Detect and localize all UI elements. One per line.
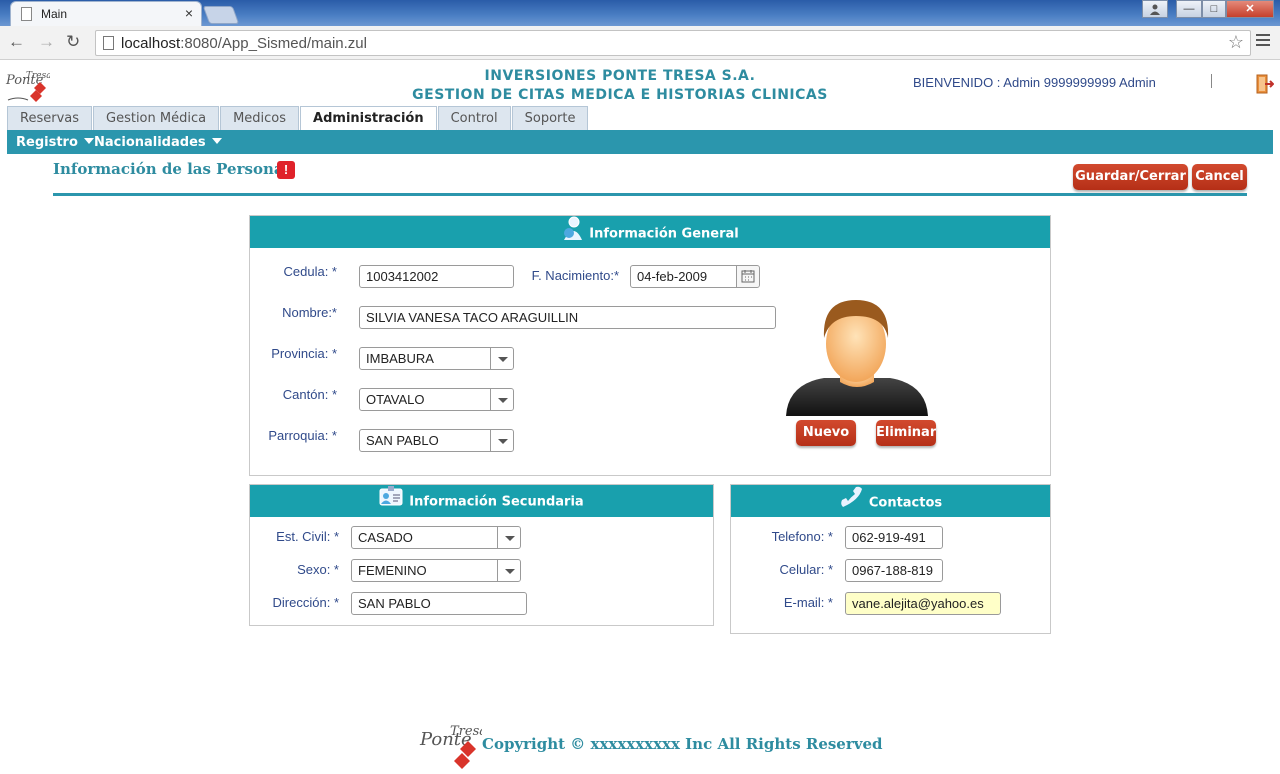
url-host: localhost [121, 35, 181, 52]
welcome-text: BIENVENIDO : Admin 9999999999 Admin [913, 75, 1156, 90]
logout-icon[interactable] [1256, 74, 1275, 94]
parroquia-value: SAN PABLO [366, 433, 439, 448]
sexo-combobox[interactable]: FEMENINO [351, 559, 521, 582]
browser-tab[interactable]: Main × [10, 1, 202, 26]
contacts-header: Contactos [731, 485, 1050, 517]
provincia-value: IMBABURA [366, 351, 434, 366]
tab-title: Main [41, 7, 68, 21]
nacimiento-label: F. Nacimiento:* [531, 268, 619, 283]
address-bar[interactable]: localhost:8080/App_Sismed/main.zul ☆ [95, 30, 1251, 56]
civil-value: CASADO [358, 530, 413, 545]
avatar [784, 298, 930, 418]
chevron-down-icon [83, 138, 94, 144]
copyright-text: Copyright © xxxxxxxxxx Inc All Rights Re… [482, 735, 883, 753]
tab-control[interactable]: Control [437, 106, 511, 130]
tab-administracion[interactable]: Administración [300, 106, 437, 130]
general-info-header: Información General [250, 216, 1050, 248]
forward-button[interactable]: → [38, 33, 55, 51]
cancel-button[interactable]: Cancel [1192, 164, 1247, 190]
email-label: E-mail: * [783, 595, 833, 610]
canton-combobox[interactable]: OTAVALO [359, 388, 514, 411]
parroquia-label: Parroquia: * [268, 428, 337, 443]
company-line-1: INVERSIONES PONTE TRESA S.A. [484, 68, 756, 84]
close-tab-icon[interactable]: × [185, 5, 193, 21]
telefono-input[interactable]: 062-919-491 [845, 526, 943, 549]
chevron-down-icon[interactable] [497, 527, 520, 548]
svg-text:Tresa: Tresa [450, 724, 482, 739]
calendar-icon[interactable] [736, 266, 759, 287]
close-window-button[interactable]: ✕ [1226, 0, 1274, 18]
direccion-label: Dirección: * [272, 595, 339, 610]
footer-logo: Ponte Tresa [418, 715, 487, 771]
tab-medicos[interactable]: Medicos [220, 106, 300, 130]
page-title: Información de las Persona [53, 160, 284, 178]
save-close-button[interactable]: Guardar/Cerrar [1073, 164, 1188, 190]
chrome-menu-icon[interactable] [1256, 34, 1270, 48]
cedula-label: Cedula: * [283, 264, 337, 279]
provincia-label: Provincia: * [271, 346, 337, 361]
new-tab-button[interactable] [202, 6, 240, 24]
ponte-tresa-logo: Ponte Tresa [4, 64, 52, 106]
user-icon [561, 216, 583, 252]
provincia-combobox[interactable]: IMBABURA [359, 347, 514, 370]
user-icon[interactable] [1142, 0, 1168, 18]
tab-reservas[interactable]: Reservas [7, 106, 92, 130]
tab-gestion-medica[interactable]: Gestion Médica [93, 106, 220, 130]
nombre-label: Nombre:* [282, 305, 337, 320]
page-icon [103, 36, 114, 50]
back-button[interactable]: ← [8, 33, 25, 51]
nacimiento-datebox[interactable]: 04-feb-2009 [630, 265, 760, 288]
sexo-value: FEMENINO [358, 563, 427, 578]
telefono-label: Telefono: * [771, 529, 833, 544]
submenu-bar: Registro Nacionalidades [7, 130, 1273, 154]
tab-soporte[interactable]: Soporte [511, 106, 589, 130]
title-divider [53, 193, 1247, 196]
url-path: :8080/App_Sismed/main.zul [180, 35, 367, 52]
bookmark-star-icon[interactable]: ☆ [1228, 32, 1244, 53]
page-icon [21, 7, 32, 21]
menu-registro-label: Registro [16, 135, 78, 150]
browser-toolbar: ← → ↻ localhost:8080/App_Sismed/main.zul… [0, 26, 1280, 60]
minimize-button[interactable]: — [1176, 0, 1202, 18]
direccion-input[interactable]: SAN PABLO [351, 592, 527, 615]
chevron-down-icon[interactable] [497, 560, 520, 581]
celular-input[interactable]: 0967-188-819 [845, 559, 943, 582]
warning-icon: ! [277, 161, 295, 179]
divider [1211, 74, 1212, 88]
nacimiento-value: 04-feb-2009 [637, 269, 708, 284]
delete-photo-button[interactable]: Eliminar [876, 420, 936, 446]
canton-value: OTAVALO [366, 392, 425, 407]
menu-nacionalidades-label: Nacionalidades [94, 135, 206, 150]
chevron-down-icon[interactable] [490, 389, 513, 410]
main-tabs: Reservas Gestion Médica Medicos Administ… [7, 106, 589, 130]
svg-text:Tresa: Tresa [26, 71, 50, 81]
phone-icon [839, 485, 863, 521]
sexo-label: Sexo: * [297, 562, 339, 577]
celular-label: Celular: * [779, 562, 833, 577]
chevron-down-icon [211, 138, 222, 144]
chevron-down-icon[interactable] [490, 430, 513, 451]
company-line-2: GESTION DE CITAS MEDICA E HISTORIAS CLIN… [412, 87, 828, 103]
browser-titlebar: Main × — □ ✕ [0, 0, 1280, 26]
civil-label: Est. Civil: * [276, 529, 339, 544]
secondary-info-header: Información Secundaria [250, 485, 713, 517]
id-card-icon [379, 485, 403, 519]
canton-label: Cantón: * [282, 387, 337, 402]
company-name: INVERSIONES PONTE TRESA S.A. GESTION DE … [400, 67, 840, 105]
new-photo-button[interactable]: Nuevo [796, 420, 856, 446]
nombre-input[interactable]: SILVIA VANESA TACO ARAGUILLIN [359, 306, 776, 329]
civil-combobox[interactable]: CASADO [351, 526, 521, 549]
maximize-button[interactable]: □ [1202, 0, 1226, 18]
secondary-info-title: Información Secundaria [409, 494, 584, 510]
contacts-title: Contactos [868, 495, 943, 511]
menu-registro[interactable]: Registro [16, 135, 94, 150]
email-input[interactable]: vane.alejita@yahoo.es [845, 592, 1001, 615]
parroquia-combobox[interactable]: SAN PABLO [359, 429, 514, 452]
cedula-input[interactable]: 1003412002 [359, 265, 514, 288]
general-info-title: Información General [589, 226, 739, 242]
menu-nacionalidades[interactable]: Nacionalidades [94, 135, 222, 150]
reload-button[interactable]: ↻ [66, 33, 80, 51]
chevron-down-icon[interactable] [490, 348, 513, 369]
